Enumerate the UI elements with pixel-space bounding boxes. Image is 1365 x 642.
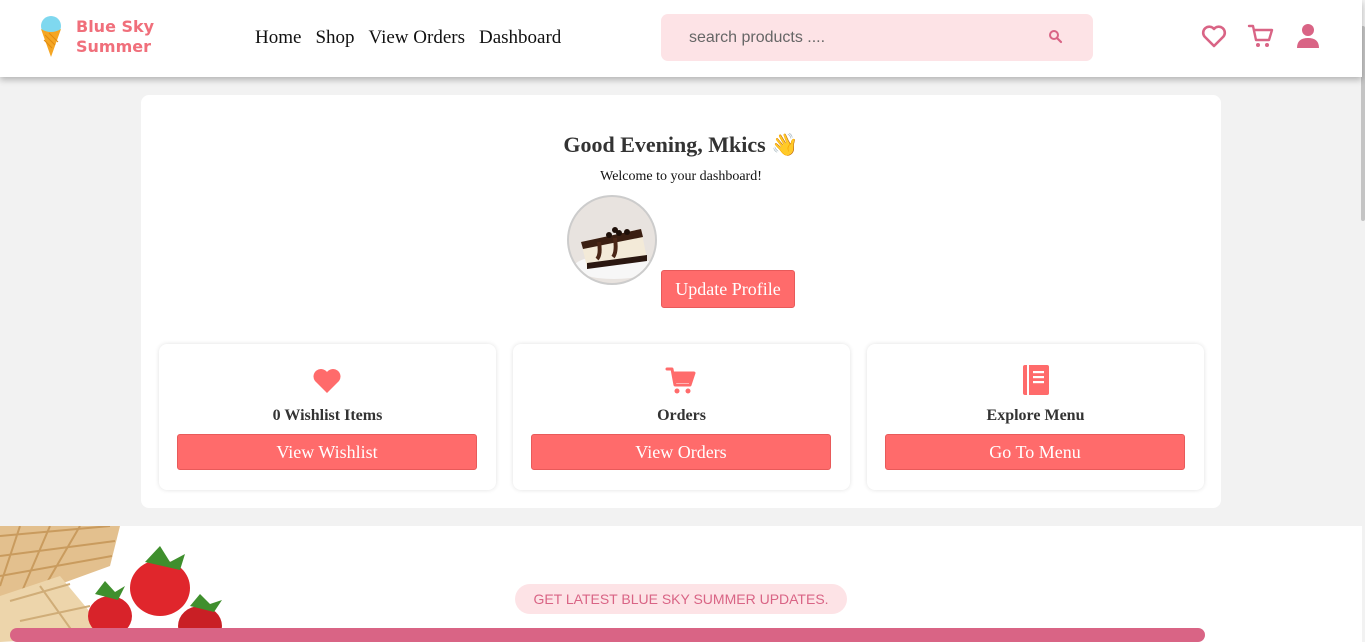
logo[interactable]: Blue Sky Summer [38,14,168,60]
logo-text: Blue Sky Summer [76,17,154,57]
waving-hand-icon: 👋 [771,132,799,157]
newsletter-pill: GET LATEST BLUE SKY SUMMER UPDATES. [515,584,847,614]
explore-menu-label: Explore Menu [986,407,1085,424]
ice-cream-logo-icon [41,16,61,57]
logo-line2: Summer [76,37,151,56]
nav-home[interactable]: Home [255,27,301,49]
wishlist-count-label: 0 Wishlist Items [272,407,383,424]
nav-dashboard[interactable]: Dashboard [479,27,561,49]
logo-line1: Blue Sky [76,17,155,36]
welcome-text: Welcome to your dashboard! [600,169,762,184]
wafer-strawberry-image [0,526,236,642]
search-bar [661,14,1093,61]
cart-icon [665,367,696,394]
wishlist-tile: 0 Wishlist Items View Wishlist [159,344,496,490]
heart-icon[interactable] [1200,22,1228,50]
go-to-menu-button[interactable]: Go To Menu [885,434,1185,470]
update-profile-button[interactable]: Update Profile [661,270,795,308]
orders-tile: Orders View Orders [513,344,850,490]
explore-menu-tile: Explore Menu Go To Menu [867,344,1204,490]
nav-shop[interactable]: Shop [315,27,354,49]
heart-icon [313,369,341,393]
menu-book-icon [1023,365,1049,395]
cart-icon[interactable] [1247,22,1275,50]
search-input[interactable] [689,26,1029,50]
greeting-heading: Good Evening, Mkics 👋 [141,132,1221,158]
newsletter-signup-bar[interactable] [10,628,1205,642]
main-nav: Home Shop View Orders Dashboard [255,27,561,49]
orders-label: Orders [657,407,706,424]
user-icon[interactable] [1294,22,1322,50]
search-icon[interactable] [1047,28,1065,46]
view-orders-button[interactable]: View Orders [531,434,831,470]
site-header: Blue Sky Summer Home Shop View Orders Da… [0,0,1362,77]
cheesecake-avatar-image [569,197,655,283]
avatar [567,195,657,285]
greeting-text: Good Evening, Mkics [563,132,766,157]
dashboard-card: Good Evening, Mkics 👋 Welcome to your da… [141,95,1221,508]
nav-view-orders[interactable]: View Orders [369,27,465,49]
newsletter-section: GET LATEST BLUE SKY SUMMER UPDATES. [0,526,1362,642]
view-wishlist-button[interactable]: View Wishlist [177,434,477,470]
